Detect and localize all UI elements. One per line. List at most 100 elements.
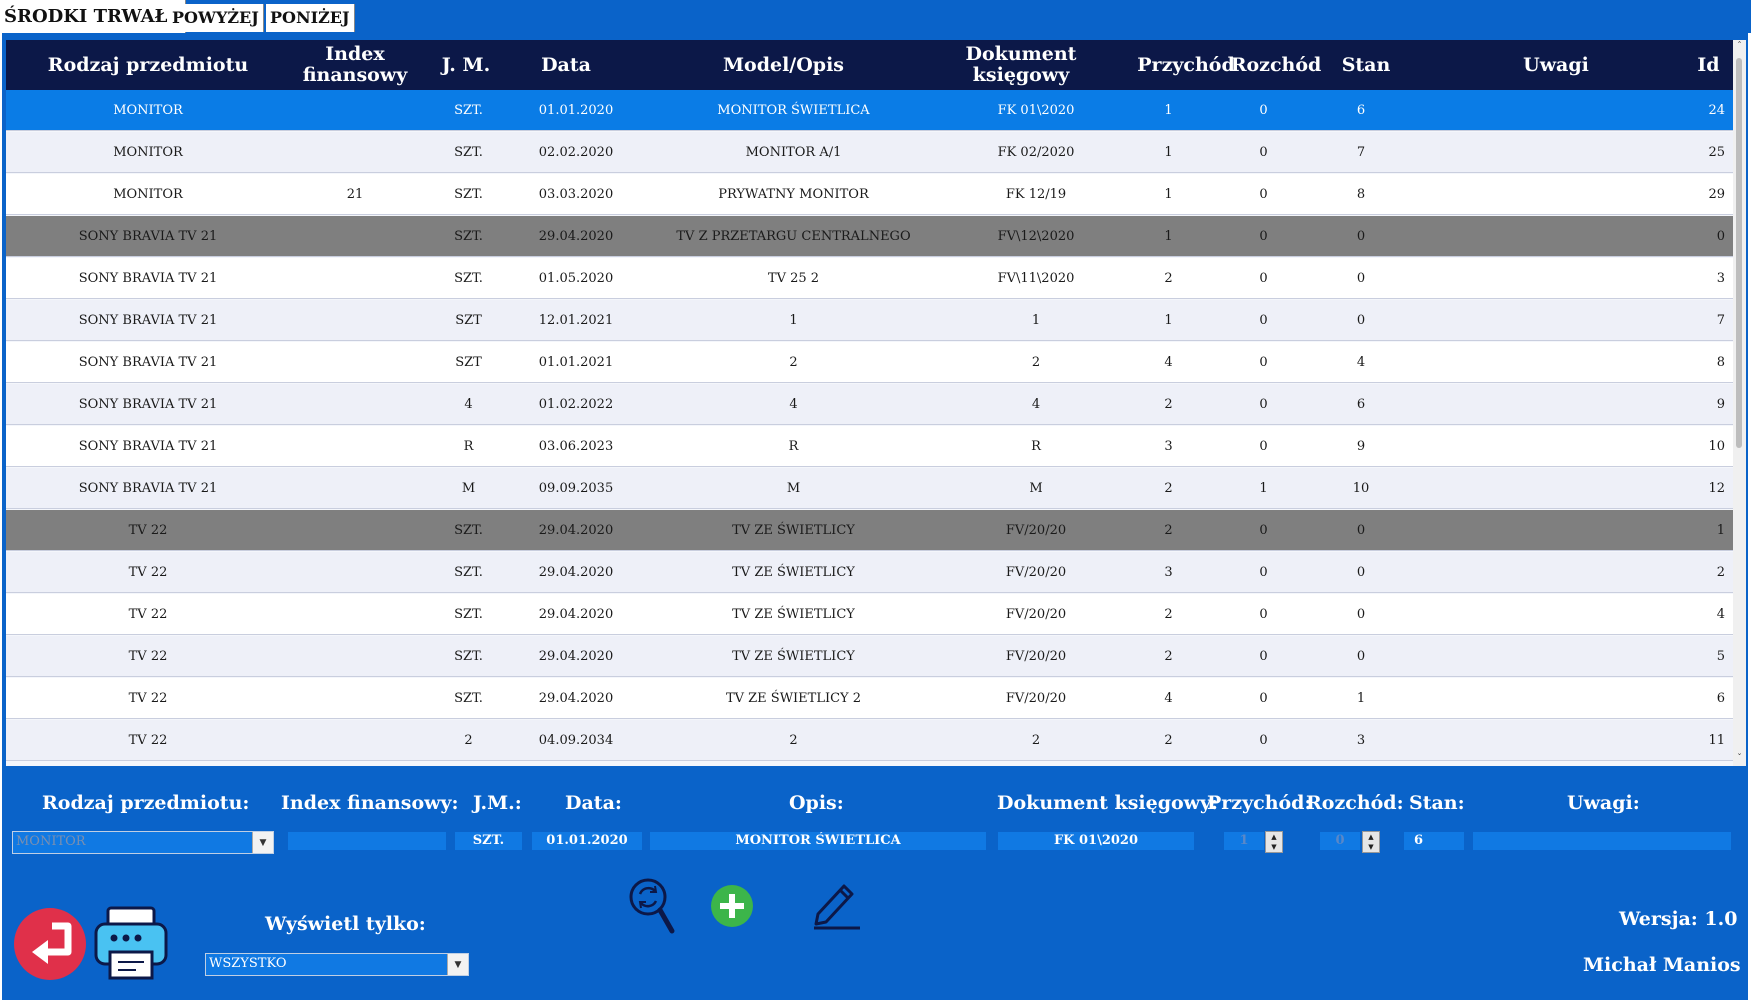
cell-index	[290, 678, 420, 719]
cell-dokument: 4	[1031, 397, 1041, 412]
cell-stan: 7	[1356, 145, 1366, 160]
stan-field[interactable]: 6	[1404, 832, 1464, 850]
header-index[interactable]: Index finansowy	[290, 40, 420, 90]
table-row[interactable]: TV 22 SZT. 29.04.2020 TV ZE ŚWIETLICY FV/20/…	[6, 510, 1733, 551]
cell-rodzaj: SONY BRAVIA TV 21	[78, 271, 218, 286]
add-icon[interactable]	[710, 884, 754, 928]
cell-jm: SZT.	[454, 649, 483, 664]
header-id[interactable]: Id	[1686, 40, 1731, 90]
cell-data: 29.04.2020	[538, 565, 614, 580]
table-row[interactable]: TV 22 SZT. 29.04.2020 TV ZE ŚWIETLICY FV/20/…	[6, 594, 1733, 635]
opis-field[interactable]: MONITOR ŚWIETLICA	[650, 832, 986, 850]
cell-jm: 4	[464, 397, 473, 412]
cell-rozchod: 0	[1259, 397, 1268, 412]
cell-dokument: FV\12\2020	[997, 229, 1075, 244]
cell-jm: SZT.	[454, 103, 483, 118]
cell-stan: 0	[1356, 607, 1366, 622]
table-row[interactable]: MONITOR SZT. 01.01.2020 MONITOR ŚWIETLICA FK…	[6, 90, 1733, 131]
dokument-field[interactable]: FK 01\2020	[998, 832, 1194, 850]
table-row[interactable]: SONY BRAVIA TV 21 SZT. 01.05.2020 TV 25 2 FV…	[6, 258, 1733, 299]
header-jm[interactable]: J. M.	[436, 40, 496, 90]
cell-data: 04.09.2034	[538, 733, 614, 748]
uwagi-field[interactable]	[1473, 832, 1731, 850]
cell-model: 2	[789, 355, 798, 370]
cell-dokument: FV/20/20	[1005, 649, 1067, 664]
cell-jm: SZT.	[454, 187, 483, 202]
cell-stan: 0	[1356, 313, 1366, 328]
scroll-up-icon[interactable]: ˆ	[1733, 40, 1746, 54]
data-field[interactable]: 01.01.2020	[532, 832, 642, 850]
cell-rozchod: 0	[1259, 607, 1268, 622]
cell-model: TV 25 2	[767, 271, 820, 286]
tab-powyzej[interactable]: POWYŻEJ	[168, 4, 264, 32]
cell-przychod: 4	[1164, 691, 1173, 706]
cell-rozchod: 0	[1259, 271, 1268, 286]
cell-jm: SZT.	[454, 565, 483, 580]
author-label: Michał Manios	[1583, 954, 1741, 976]
chevron-down-icon[interactable]: ▼	[447, 954, 468, 975]
chevron-down-icon[interactable]: ▼	[252, 832, 273, 853]
cell-rodzaj: SONY BRAVIA TV 21	[78, 439, 218, 454]
label-opis: Opis:	[789, 792, 844, 814]
cell-jm: SZT.	[454, 607, 483, 622]
cell-rodzaj: TV 22	[128, 649, 168, 664]
header-model[interactable]: Model/Opis	[641, 40, 926, 90]
rodzaj-combobox[interactable]: MONITOR ▼	[12, 831, 274, 854]
table-row[interactable]: SONY BRAVIA TV 21 M 09.09.2035 M M 2 1 10 12	[6, 468, 1733, 509]
table-row[interactable]: MONITOR 21 SZT. 03.03.2020 PRYWATNY MONITOR F…	[6, 174, 1733, 215]
cell-dokument: 2	[1031, 355, 1041, 370]
przychod-spin-icon[interactable]: ▲ ▼	[1265, 831, 1283, 853]
cell-dokument: FK 02/2020	[997, 145, 1075, 160]
cell-id: 4	[1716, 607, 1725, 622]
table-row[interactable]: TV 22 2 04.09.2034 2 2 2 0 3 11	[6, 720, 1733, 761]
table-row[interactable]: SONY BRAVIA TV 21 SZT. 29.04.2020 TV Z PRZE…	[6, 216, 1733, 257]
table-row[interactable]: TV 22 SZT. 29.04.2020 TV ZE ŚWIETLICY FV/20/…	[6, 552, 1733, 593]
table-row[interactable]: SONY BRAVIA TV 21 R 03.06.2023 R R 3 0 9 10	[6, 426, 1733, 467]
cell-rodzaj: TV 22	[128, 523, 168, 538]
header-dokument[interactable]: Dokument księgowy	[946, 40, 1096, 90]
index-field[interactable]	[288, 832, 446, 850]
tab-srodki-trwale[interactable]: ŚRODKI TRWAŁE	[0, 0, 187, 33]
filter-dropdown[interactable]: WSZYSTKO ▼	[205, 953, 469, 976]
back-arrow-icon[interactable]	[12, 906, 88, 982]
edit-pencil-icon[interactable]	[812, 880, 862, 930]
table-row[interactable]: MONITOR SZT. 02.02.2020 MONITOR A/1 FK 02/20…	[6, 132, 1733, 173]
tab-ponizej[interactable]: PONIŻEJ	[266, 4, 355, 32]
table-row[interactable]: SONY BRAVIA TV 21 4 01.02.2022 4 4 2 0 6 9	[6, 384, 1733, 425]
cell-data: 01.02.2022	[538, 397, 614, 412]
cell-rodzaj: TV 22	[128, 691, 168, 706]
cell-data: 03.03.2020	[538, 187, 614, 202]
jm-field[interactable]: SZT.	[455, 832, 522, 850]
printer-icon[interactable]	[92, 904, 170, 982]
search-refresh-icon[interactable]	[627, 876, 677, 936]
cell-dokument: 1	[1031, 313, 1041, 328]
przychod-field[interactable]: 1	[1224, 832, 1264, 850]
cell-jm: R	[463, 439, 474, 454]
cell-id: 3	[1716, 271, 1725, 286]
grid-scrollbar[interactable]: ˆ ˇ	[1733, 40, 1746, 766]
header-data[interactable]: Data	[501, 40, 631, 90]
header-rodzaj[interactable]: Rodzaj przedmiotu	[6, 40, 290, 90]
scroll-thumb[interactable]	[1736, 58, 1742, 448]
cell-dokument: 2	[1031, 733, 1041, 748]
cell-index	[290, 594, 420, 635]
table-row[interactable]: TV 22 SZT. 29.04.2020 TV ZE ŚWIETLICY 2 FV/2…	[6, 678, 1733, 719]
cell-index	[290, 552, 420, 593]
table-row[interactable]: TV 22 SZT. 29.04.2020 TV ZE ŚWIETLICY FV/20/…	[6, 636, 1733, 677]
cell-rozchod: 0	[1259, 523, 1268, 538]
rozchod-field[interactable]: 0	[1320, 832, 1360, 850]
header-stan[interactable]: Stan	[1326, 40, 1406, 90]
table-row[interactable]: SONY BRAVIA TV 21 SZT 12.01.2021 1 1 1 0 0 7	[6, 300, 1733, 341]
cell-rozchod: 0	[1259, 691, 1268, 706]
cell-rodzaj: SONY BRAVIA TV 21	[78, 355, 218, 370]
cell-data: 29.04.2020	[538, 523, 614, 538]
header-uwagi[interactable]: Uwagi	[1456, 40, 1656, 90]
cell-dokument: FK 12/19	[1005, 187, 1067, 202]
header-rozchod[interactable]: Rozchód	[1226, 40, 1326, 90]
cell-model: MONITOR ŚWIETLICA	[717, 103, 870, 118]
table-row[interactable]: SONY BRAVIA TV 21 SZT 01.01.2021 2 2 4 0 4 8	[6, 342, 1733, 383]
rozchod-spin-icon[interactable]: ▲ ▼	[1362, 831, 1380, 853]
cell-jm: SZT	[455, 313, 482, 328]
filter-dropdown-value: WSZYSTKO	[209, 956, 287, 971]
scroll-down-icon[interactable]: ˇ	[1733, 752, 1746, 766]
